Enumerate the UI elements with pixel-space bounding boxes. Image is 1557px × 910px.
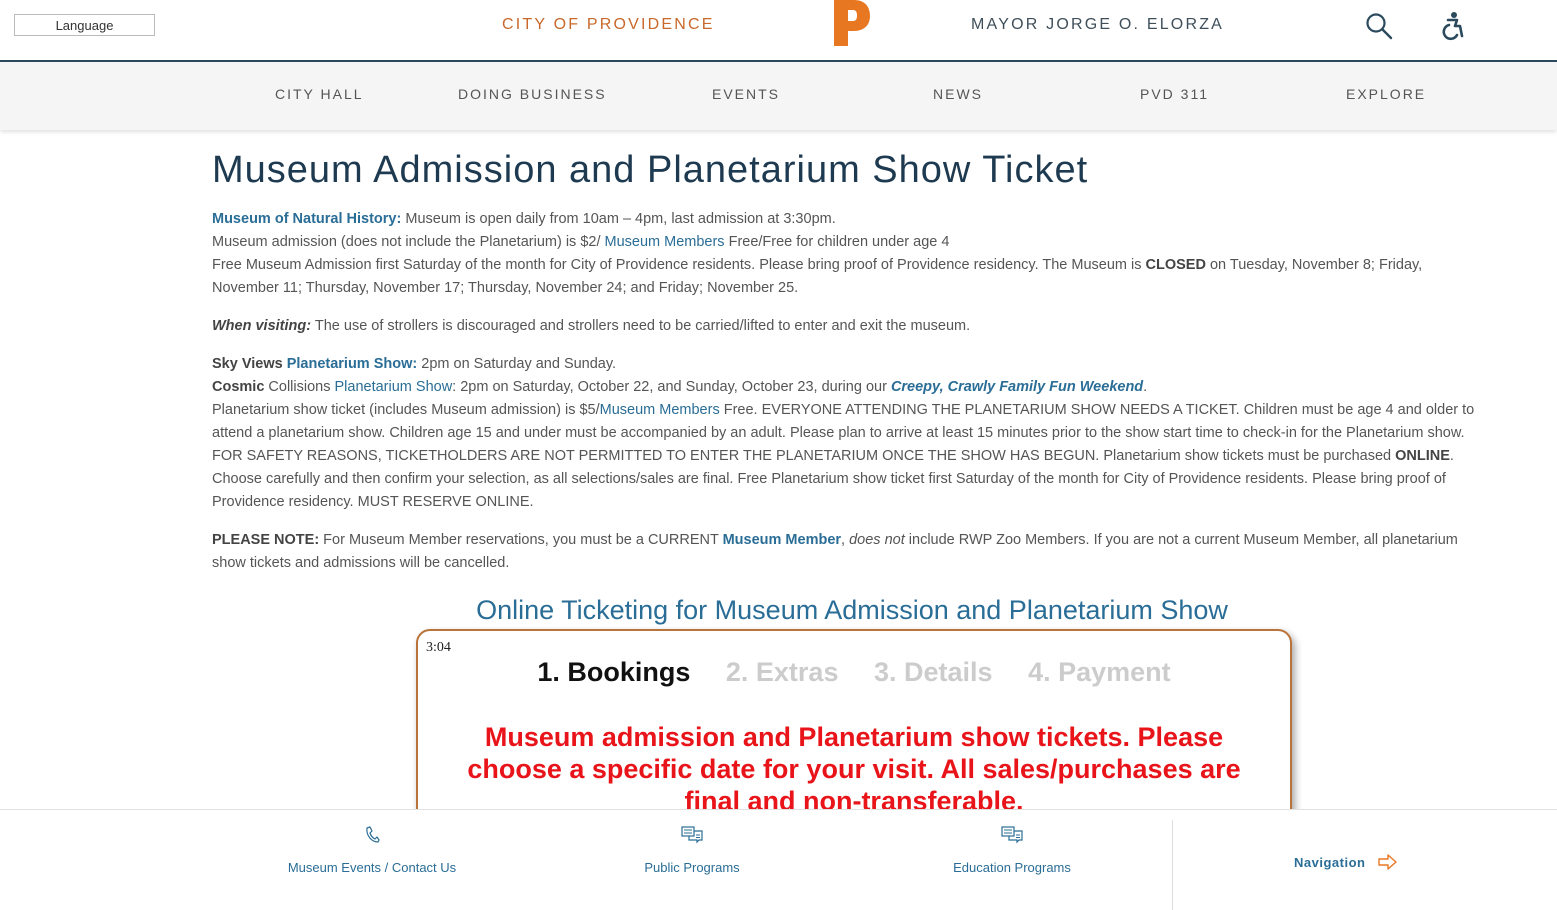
admission-text: Museum admission (does not include the P…: [212, 234, 605, 250]
chat-icon: [681, 826, 703, 844]
hours-text: Museum is open daily from 10am – 4pm, la…: [401, 211, 836, 227]
museum-natural-history-link[interactable]: Museum of Natural History:: [212, 211, 401, 227]
language-selector[interactable]: Language: [14, 14, 155, 36]
phone-icon: [366, 826, 380, 843]
footer-public-programs[interactable]: Public Programs: [612, 810, 772, 875]
visiting-paragraph: When visiting: The use of strollers is d…: [212, 315, 1492, 338]
cosmic-end: .: [1143, 379, 1148, 395]
closed-text: CLOSED: [1145, 257, 1206, 273]
step-payment: 4. Payment: [1028, 657, 1171, 687]
bottom-bar: Museum Events / Contact Us Public Progra…: [0, 809, 1557, 910]
navigation-button[interactable]: Navigation: [1294, 855, 1365, 870]
step-extras: 2. Extras: [725, 657, 839, 687]
cosmic-text: Collisions: [264, 379, 335, 395]
footer-education-programs[interactable]: Education Programs: [932, 810, 1092, 875]
planetarium-paragraph: Sky Views Planetarium Show: 2pm on Satur…: [212, 353, 1492, 514]
site-header: Language CITY OF PROVIDENCE MAYOR JORGE …: [0, 0, 1557, 62]
step-bookings[interactable]: 1. Bookings: [537, 657, 690, 688]
arrow-right-icon[interactable]: [1378, 854, 1398, 870]
main-content: Museum Admission and Planetarium Show Ti…: [212, 146, 1492, 627]
does-not-text: does not: [849, 532, 905, 548]
nav-news[interactable]: NEWS: [933, 86, 983, 102]
planetarium-show-link[interactable]: Planetarium Show:: [287, 356, 418, 372]
nav-doing-business[interactable]: DOING BUSINESS: [458, 86, 607, 102]
city-title-link[interactable]: CITY OF PROVIDENCE: [502, 16, 715, 34]
museum-members-link-2[interactable]: Museum Members: [600, 402, 720, 418]
main-nav: CITY HALL DOING BUSINESS EVENTS NEWS PVD…: [0, 62, 1557, 130]
nav-pvd-311[interactable]: PVD 311: [1140, 86, 1209, 102]
step-details: 3. Details: [873, 657, 993, 687]
accessibility-icon[interactable]: [1438, 11, 1466, 41]
online-ticketing-heading: Online Ticketing for Museum Admission an…: [476, 595, 1228, 625]
visiting-text: The use of strollers is discouraged and …: [311, 318, 971, 334]
nav-explore[interactable]: EXPLORE: [1346, 86, 1426, 102]
please-note-paragraph: PLEASE NOTE: For Museum Member reservati…: [212, 529, 1492, 575]
cosmic-label: Cosmic: [212, 379, 265, 395]
please-note-label: PLEASE NOTE:: [212, 532, 320, 548]
visiting-label: When visiting:: [212, 318, 312, 334]
footer-education-programs-label: Education Programs: [953, 860, 1071, 875]
planetarium-show-link-2[interactable]: Planetarium Show: [335, 379, 453, 395]
chat-icon: [1001, 826, 1023, 844]
free-admission-text: Free Museum Admission first Saturday of …: [212, 257, 1146, 273]
museum-member-link[interactable]: Museum Member: [723, 532, 841, 548]
creepy-crawly-link[interactable]: Creepy, Crawly Family Fun Weekend: [891, 379, 1143, 395]
mayor-title-link[interactable]: MAYOR JORGE O. ELORZA: [971, 16, 1224, 34]
page-title: Museum Admission and Planetarium Show Ti…: [212, 149, 1089, 191]
footer-contact[interactable]: Museum Events / Contact Us: [272, 810, 472, 875]
sky-views-label: Sky Views: [212, 356, 287, 372]
footer-public-programs-label: Public Programs: [644, 860, 740, 875]
note-comma: ,: [841, 532, 850, 548]
booking-steps: 1. Bookings 2. Extras 3. Details 4. Paym…: [418, 657, 1290, 688]
online-text: ONLINE: [1395, 448, 1450, 464]
admission-text-end: Free/Free for children under age 4: [724, 234, 950, 250]
booking-notice: Museum admission and Planetarium show ti…: [467, 722, 1241, 816]
nav-events[interactable]: EVENTS: [712, 86, 780, 102]
providence-logo[interactable]: [832, 0, 872, 48]
footer-divider: [1172, 820, 1173, 910]
museum-members-link[interactable]: Museum Members: [605, 234, 725, 250]
museum-info-paragraph: Museum of Natural History: Museum is ope…: [212, 208, 1492, 300]
nav-city-hall[interactable]: CITY HALL: [275, 86, 364, 102]
sky-views-text: 2pm on Saturday and Sunday.: [417, 356, 617, 372]
search-icon[interactable]: [1365, 12, 1393, 40]
session-timer: 3:04: [426, 640, 451, 655]
cosmic-dates-text: : 2pm on Saturday, October 22, and Sunda…: [452, 379, 891, 395]
footer-contact-label: Museum Events / Contact Us: [287, 860, 457, 875]
ticket-text: Planetarium show ticket (includes Museum…: [212, 402, 600, 418]
note-text: For Museum Member reservations, you must…: [319, 532, 723, 548]
